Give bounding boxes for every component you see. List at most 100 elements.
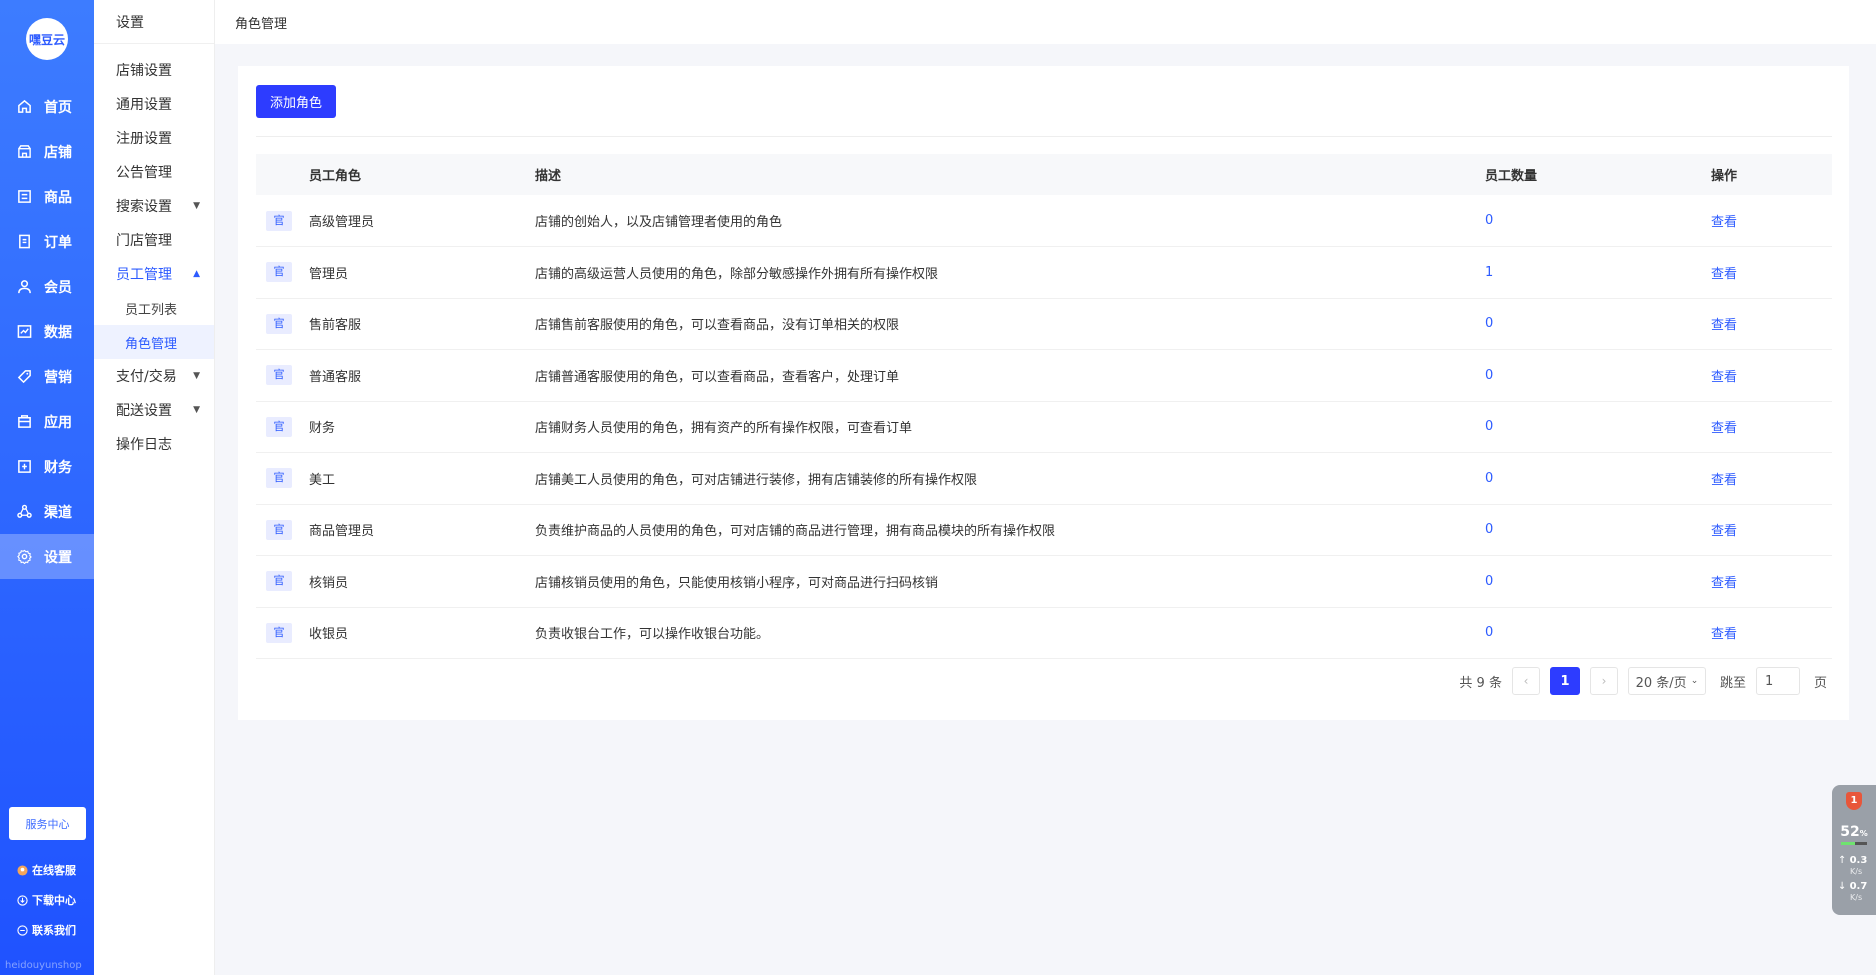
nav-item-settings[interactable]: 设置 <box>0 534 94 579</box>
prev-page-button[interactable]: ‹ <box>1511 667 1540 695</box>
nav-label: 店铺 <box>44 144 72 161</box>
view-link[interactable]: 查看 <box>1711 607 1832 659</box>
staff-count-link[interactable]: 0 <box>1485 298 1711 350</box>
table-row: 官 美工 店铺美工人员使用的角色，可对店铺进行装修，拥有店铺装修的所有操作权限 … <box>256 452 1832 505</box>
staff-count-link[interactable]: 0 <box>1485 504 1711 556</box>
service-avatar-icon <box>16 864 28 876</box>
online-service-link[interactable]: 在线客服 <box>16 855 76 885</box>
sub-item-label: 支付/交易 <box>116 369 177 385</box>
app-icon <box>16 414 32 430</box>
th-count: 员工数量 <box>1485 154 1711 195</box>
table-row: 官 高级管理员 店铺的创始人，以及店铺管理者使用的角色 0 查看 <box>256 195 1832 247</box>
view-link[interactable]: 查看 <box>1711 401 1832 453</box>
th-desc: 描述 <box>535 154 1485 195</box>
download-icon <box>16 894 28 906</box>
nav-item-apps[interactable]: 应用 <box>0 399 94 444</box>
sub-item-search-settings[interactable]: 搜索设置 ▼ <box>94 189 214 223</box>
sub-item-label: 操作日志 <box>116 437 172 453</box>
sub-menu: 店铺设置 通用设置 注册设置 公告管理 搜索设置 ▼ 门店管理 员工管理 ▲ 员工列… <box>94 44 214 461</box>
staff-count-link[interactable]: 0 <box>1485 401 1711 453</box>
role-desc: 店铺普通客服使用的角色，可以查看商品，查看客户，处理订单 <box>535 349 1485 402</box>
caret-down-icon: ▼ <box>193 201 200 211</box>
sub-item-staff[interactable]: 员工管理 ▲ <box>94 257 214 291</box>
staff-count-link[interactable]: 0 <box>1485 607 1711 659</box>
jump-page-input[interactable]: 1 <box>1755 667 1800 695</box>
official-badge: 官 <box>266 468 292 489</box>
nav-label: 数据 <box>44 324 72 341</box>
page-size-select[interactable]: 20 条/页 ⌄ <box>1627 667 1706 695</box>
staff-count-link[interactable]: 0 <box>1485 349 1711 402</box>
sub-item-label: 搜索设置 <box>116 199 172 215</box>
total-count: 共 9 条 <box>1459 675 1502 691</box>
sub-child-staff-list[interactable]: 员工列表 <box>94 291 214 325</box>
staff-count-link[interactable]: 0 <box>1485 452 1711 505</box>
jump-label: 跳至 <box>1719 675 1746 691</box>
nav-label: 会员 <box>44 279 72 296</box>
table-row: 官 收银员 负责收银台工作，可以操作收银台功能。 0 查看 <box>256 607 1832 659</box>
add-role-button[interactable]: 添加角色 <box>256 85 336 118</box>
nav-label: 订单 <box>44 234 72 251</box>
sub-item-stores[interactable]: 门店管理 <box>94 223 214 257</box>
staff-count-link[interactable]: 0 <box>1485 195 1711 247</box>
sub-item-announcements[interactable]: 公告管理 <box>94 155 214 189</box>
sub-item-register-settings[interactable]: 注册设置 <box>94 121 214 155</box>
download-center-link[interactable]: 下载中心 <box>16 885 76 915</box>
view-link[interactable]: 查看 <box>1711 298 1832 350</box>
view-link[interactable]: 查看 <box>1711 195 1832 247</box>
sub-child-role-management[interactable]: 角色管理 <box>94 325 214 359</box>
system-monitor-widget[interactable]: 1 52% ↑ 0.3 K/s ↓ 0.7 K/s <box>1832 785 1876 915</box>
side-link-label: 联系我们 <box>32 924 76 937</box>
sub-item-label: 门店管理 <box>116 233 172 249</box>
chart-icon <box>16 324 32 340</box>
sub-item-delivery[interactable]: 配送设置 ▼ <box>94 393 214 427</box>
view-link[interactable]: 查看 <box>1711 452 1832 505</box>
download-speed: ↓ 0.7 K/s <box>1838 881 1868 902</box>
home-icon <box>16 99 32 115</box>
caret-down-icon: ▼ <box>193 405 200 415</box>
side-links: 在线客服 下载中心 联系我们 <box>16 855 76 945</box>
nav-item-store[interactable]: 店铺 <box>0 129 94 174</box>
role-name: 售前客服 <box>309 298 535 350</box>
nav-item-member[interactable]: 会员 <box>0 264 94 309</box>
nav-label: 应用 <box>44 414 72 431</box>
divider <box>256 136 1832 137</box>
nav-item-finance[interactable]: 财务 <box>0 444 94 489</box>
sub-child-label: 角色管理 <box>125 336 178 352</box>
store-icon <box>16 144 32 160</box>
view-link[interactable]: 查看 <box>1711 504 1832 556</box>
table-row: 官 财务 店铺财务人员使用的角色，拥有资产的所有操作权限，可查看订单 0 查看 <box>256 401 1832 453</box>
nav-item-marketing[interactable]: 营销 <box>0 354 94 399</box>
role-name: 高级管理员 <box>309 195 535 247</box>
staff-count-link[interactable]: 1 <box>1485 246 1711 299</box>
finance-icon <box>16 459 32 475</box>
view-link[interactable]: 查看 <box>1711 349 1832 402</box>
staff-count-link[interactable]: 0 <box>1485 555 1711 608</box>
sub-item-operation-log[interactable]: 操作日志 <box>94 427 214 461</box>
nav-item-data[interactable]: 数据 <box>0 309 94 354</box>
caret-down-icon: ▼ <box>193 371 200 381</box>
brand-logo[interactable]: 嘿豆云 <box>26 18 68 60</box>
primary-nav: 首页 店铺 商品 订单 会员 数据 营销 应用 财务 渠道 设置 <box>0 84 94 579</box>
sub-item-general-settings[interactable]: 通用设置 <box>94 87 214 121</box>
view-link[interactable]: 查看 <box>1711 555 1832 608</box>
shield-icon: 1 <box>1846 792 1862 810</box>
nav-item-order[interactable]: 订单 <box>0 219 94 264</box>
nav-item-home[interactable]: 首页 <box>0 84 94 129</box>
pagination: 共 9 条 ‹ 1 › 20 条/页 ⌄ 跳至 1 页 <box>1459 667 1827 695</box>
view-link[interactable]: 查看 <box>1711 246 1832 299</box>
nav-item-goods[interactable]: 商品 <box>0 174 94 219</box>
brand-footer: heidouyunshop <box>5 960 82 971</box>
sub-item-payment[interactable]: 支付/交易 ▼ <box>94 359 214 393</box>
sub-child-label: 员工列表 <box>125 302 178 318</box>
contact-us-link[interactable]: 联系我们 <box>16 915 76 945</box>
widget-badge: 1 <box>1850 795 1858 806</box>
next-page-button[interactable]: › <box>1589 667 1618 695</box>
service-center-button[interactable]: 服务中心 <box>9 807 86 840</box>
sub-item-store-settings[interactable]: 店铺设置 <box>94 53 214 87</box>
chevron-down-icon: ⌄ <box>1690 676 1699 686</box>
page-1-button[interactable]: 1 <box>1549 667 1580 695</box>
logo-text: 嘿豆云 <box>28 32 65 47</box>
th-role: 员工角色 <box>309 154 535 195</box>
side-link-label: 下载中心 <box>32 894 76 907</box>
nav-item-channel[interactable]: 渠道 <box>0 489 94 534</box>
